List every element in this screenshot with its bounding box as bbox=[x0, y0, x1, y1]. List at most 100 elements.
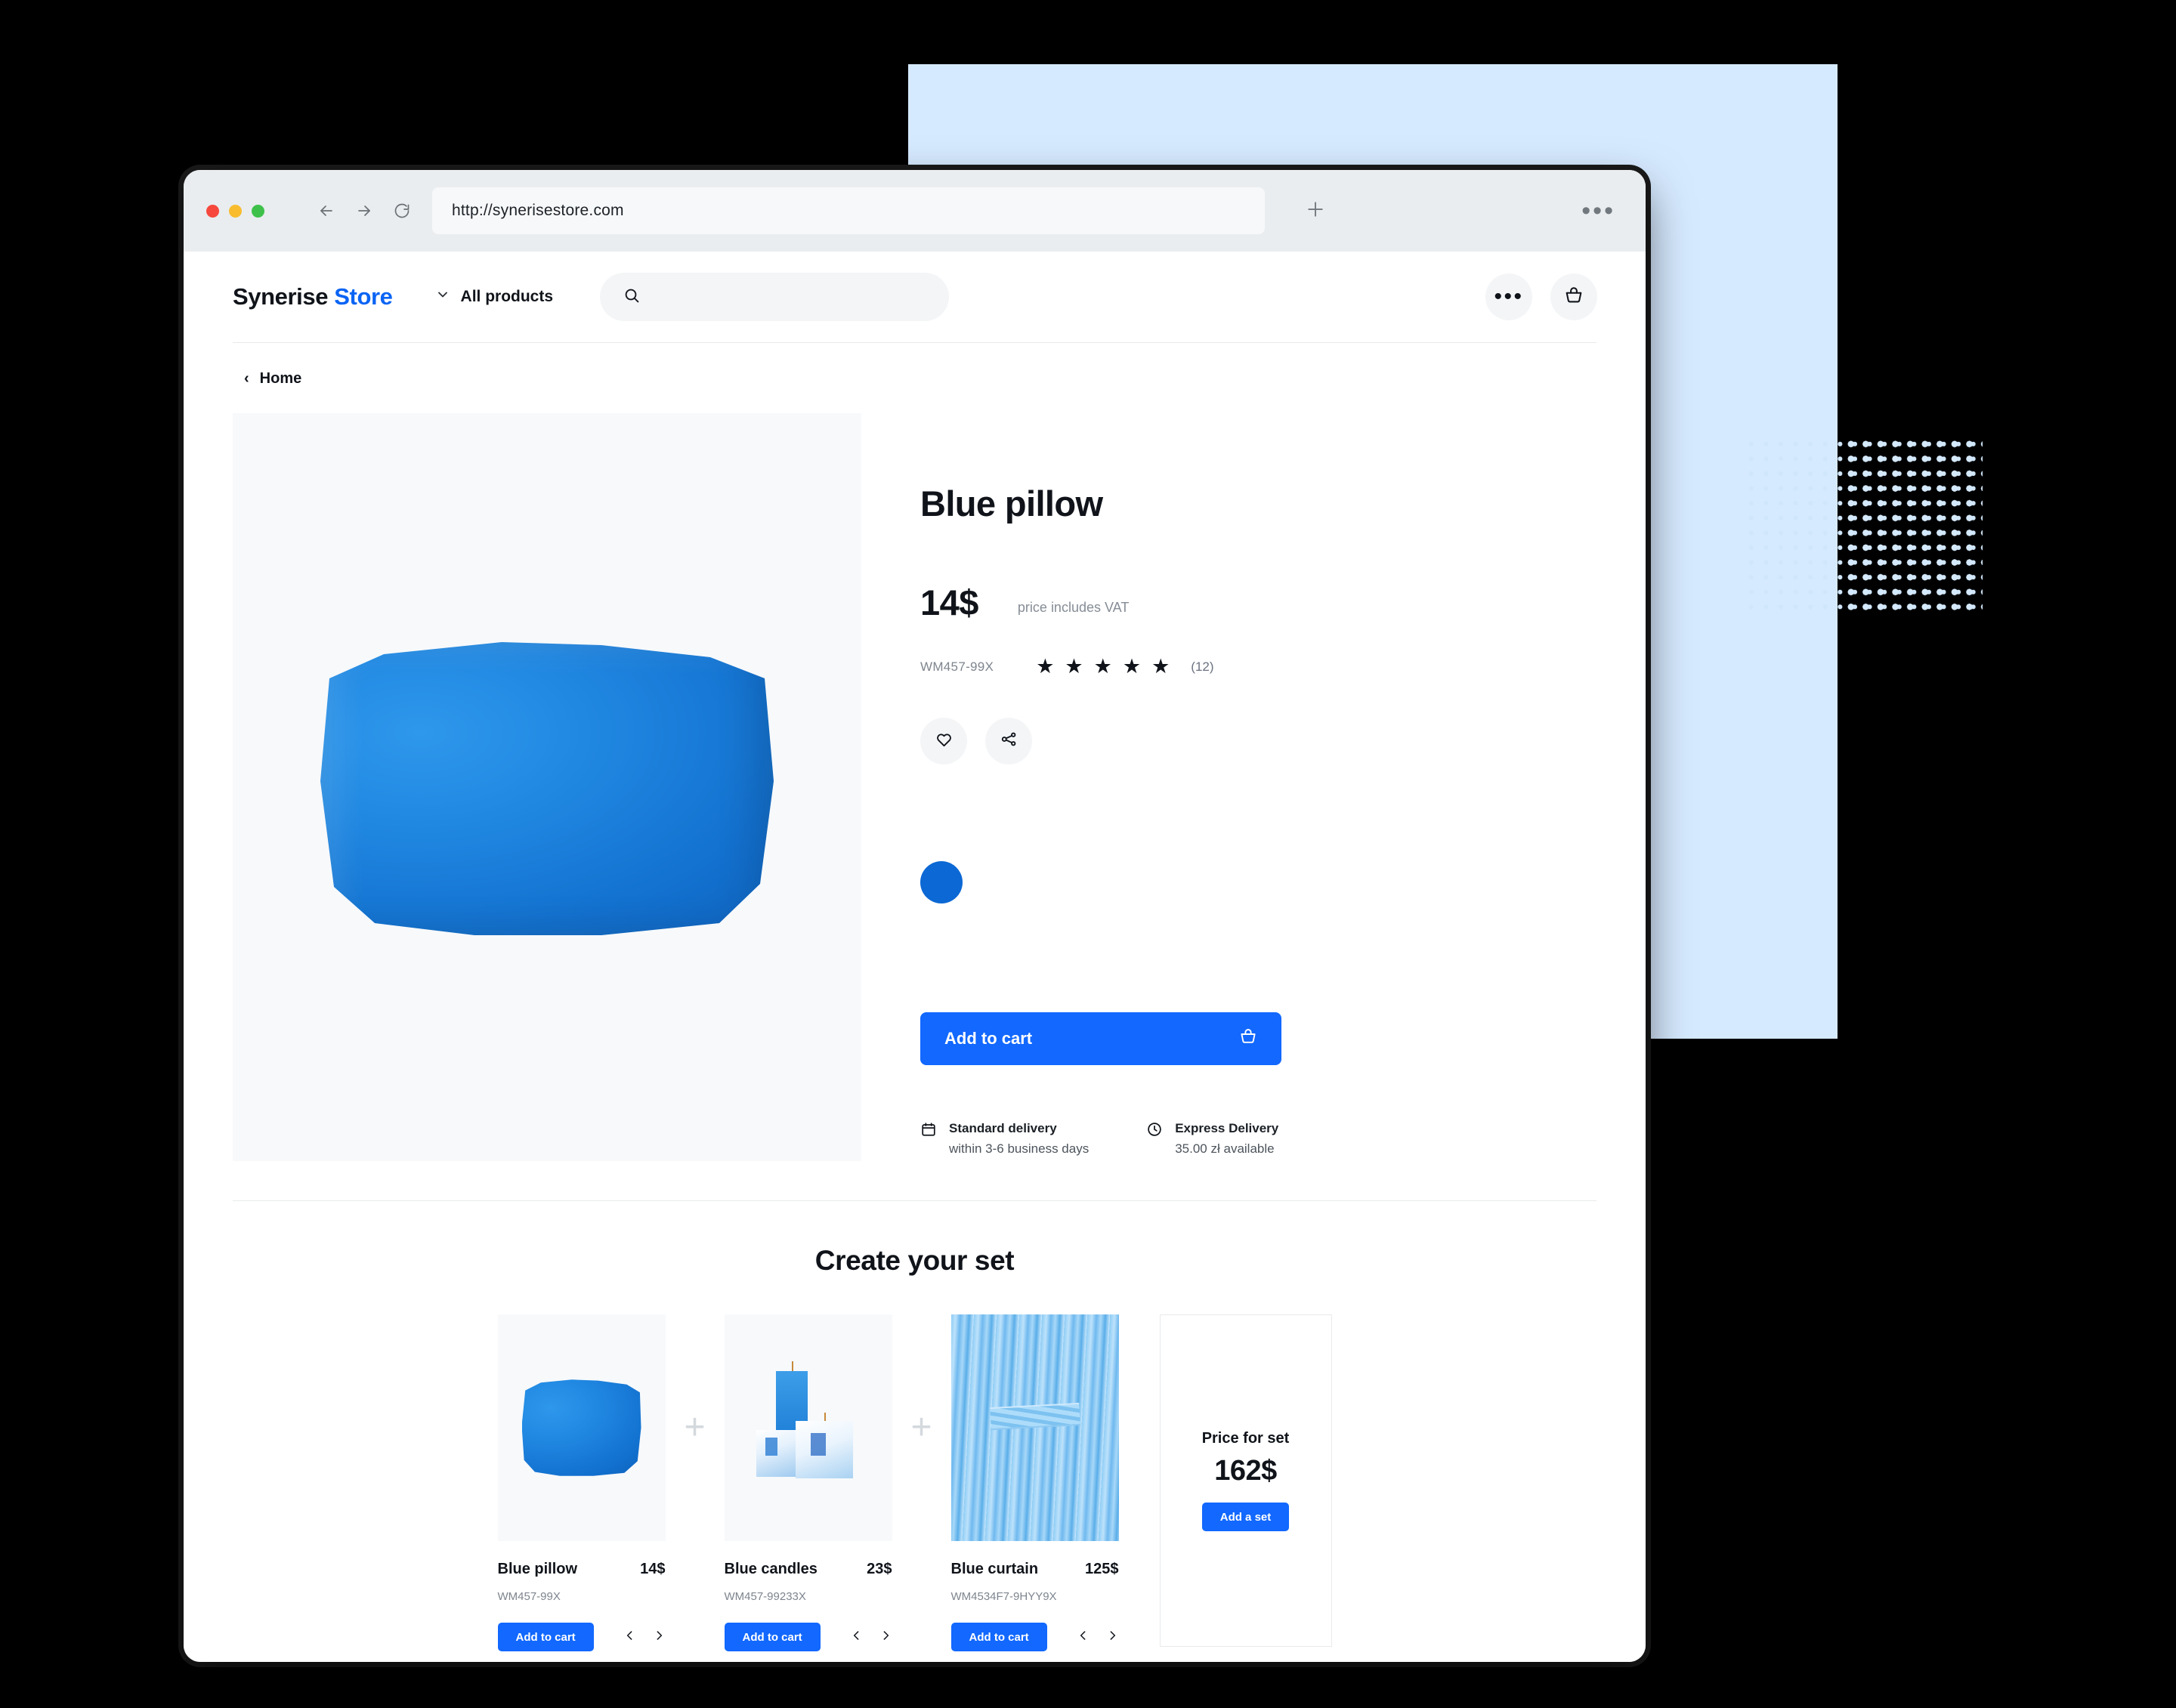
add-to-cart-label: Add to cart bbox=[944, 1029, 1033, 1048]
browser-titlebar: http://synerisestore.com ••• bbox=[184, 170, 1646, 252]
chevron-right-icon[interactable] bbox=[879, 1626, 892, 1648]
forward-arrow-icon[interactable] bbox=[355, 202, 373, 220]
category-selector[interactable]: All products bbox=[435, 287, 554, 307]
set-item-price: 14$ bbox=[640, 1561, 666, 1577]
thumbnail-blue-curtain bbox=[950, 1314, 1119, 1541]
calendar-icon bbox=[920, 1121, 937, 1141]
back-arrow-icon[interactable] bbox=[317, 202, 335, 220]
set-price-amount: 162$ bbox=[1214, 1455, 1277, 1487]
create-your-set-section: Create your set Blue pillow 14$ WM457-99… bbox=[184, 1201, 1646, 1651]
star-icon: ★ bbox=[1093, 655, 1112, 678]
set-item-nav[interactable] bbox=[623, 1626, 666, 1648]
set-item-name: Blue curtain bbox=[950, 1561, 1039, 1577]
add-set-button[interactable]: Add a set bbox=[1201, 1503, 1290, 1531]
url-text: http://synerisestore.com bbox=[452, 202, 624, 219]
logo-text-accent: Store bbox=[334, 283, 393, 310]
set-item-card: Blue curtain 125$ WM4534F7-9HYY9X Add to… bbox=[950, 1314, 1119, 1651]
wishlist-button[interactable] bbox=[920, 718, 967, 764]
chevron-down-icon bbox=[435, 287, 450, 307]
close-window-button[interactable] bbox=[206, 204, 219, 218]
star-icon: ★ bbox=[1151, 655, 1170, 678]
store-logo[interactable]: Synerise Store bbox=[233, 283, 393, 310]
address-bar[interactable]: http://synerisestore.com bbox=[432, 187, 1265, 234]
window-controls[interactable] bbox=[206, 204, 264, 218]
star-icon: ★ bbox=[1122, 655, 1142, 678]
plus-separator-icon: + bbox=[684, 1407, 706, 1447]
set-item-add-to-cart[interactable]: Add to cart bbox=[724, 1623, 821, 1651]
logo-text-primary: Synerise bbox=[233, 283, 329, 310]
chevron-left-icon: ‹ bbox=[244, 370, 249, 387]
set-item-name: Blue pillow bbox=[497, 1561, 578, 1577]
rating-stars[interactable]: ★ ★ ★ ★ ★ (12) bbox=[1036, 656, 1213, 677]
product-info: Blue pillow 14$ price includes VAT WM457… bbox=[861, 413, 1596, 1200]
set-price-card: Price for set 162$ Add a set bbox=[1159, 1314, 1332, 1647]
product-image-blue-pillow bbox=[320, 642, 774, 935]
review-count: (12) bbox=[1191, 659, 1214, 674]
product-gallery[interactable] bbox=[233, 413, 861, 1161]
delivery-detail: 35.00 zł available bbox=[1175, 1141, 1275, 1156]
price-row: 14$ price includes VAT bbox=[920, 582, 1596, 623]
chevron-left-icon[interactable] bbox=[850, 1626, 863, 1648]
set-item-thumbnail[interactable] bbox=[724, 1314, 892, 1541]
chevron-left-icon[interactable] bbox=[623, 1626, 636, 1648]
basket-icon bbox=[1239, 1027, 1257, 1050]
cart-button[interactable] bbox=[1550, 273, 1597, 320]
vat-note: price includes VAT bbox=[1017, 600, 1130, 615]
set-item-thumbnail[interactable] bbox=[497, 1314, 666, 1541]
set-item-card: Blue pillow 14$ WM457-99X Add to cart bbox=[497, 1314, 666, 1651]
category-label: All products bbox=[460, 288, 554, 305]
set-item-sku: WM457-99X bbox=[497, 1590, 561, 1603]
set-item-card: Blue candles 23$ WM457-99233X Add to car… bbox=[724, 1314, 892, 1651]
reload-icon[interactable] bbox=[393, 202, 411, 220]
set-item-add-to-cart[interactable]: Add to cart bbox=[950, 1623, 1047, 1651]
minimize-window-button[interactable] bbox=[229, 204, 242, 218]
set-item-nav[interactable] bbox=[850, 1626, 892, 1648]
delivery-title: Standard delivery bbox=[949, 1121, 1057, 1135]
set-builder-row: Blue pillow 14$ WM457-99X Add to cart + … bbox=[184, 1314, 1646, 1651]
delivery-detail: within 3-6 business days bbox=[949, 1141, 1090, 1156]
product-detail: Blue pillow 14$ price includes VAT WM457… bbox=[233, 413, 1596, 1201]
share-compare-button[interactable] bbox=[985, 718, 1032, 764]
add-to-cart-button[interactable]: Add to cart bbox=[920, 1012, 1281, 1065]
set-item-nav[interactable] bbox=[1077, 1626, 1119, 1648]
set-item-sku: WM457-99233X bbox=[724, 1590, 806, 1603]
chevron-left-icon[interactable] bbox=[1077, 1626, 1090, 1648]
delivery-standard: Standard delivery within 3-6 business da… bbox=[920, 1121, 1089, 1157]
browser-window: http://synerisestore.com ••• Synerise St… bbox=[184, 170, 1646, 1662]
set-item-thumbnail[interactable] bbox=[950, 1314, 1119, 1541]
set-item-price: 125$ bbox=[1085, 1561, 1119, 1577]
set-item-name: Blue candles bbox=[724, 1561, 818, 1577]
thumbnail-blue-candles bbox=[746, 1361, 870, 1484]
thumbnail-blue-pillow bbox=[521, 1379, 641, 1476]
breadcrumb-home-link[interactable]: Home bbox=[260, 370, 302, 388]
color-swatch-blue[interactable] bbox=[920, 861, 963, 903]
clock-icon bbox=[1146, 1121, 1163, 1141]
color-options bbox=[920, 861, 1596, 903]
share-icon bbox=[1000, 730, 1018, 752]
delivery-express: Express Delivery 35.00 zł available bbox=[1146, 1121, 1278, 1157]
header-actions: ••• bbox=[1485, 273, 1646, 320]
product-action-icons bbox=[920, 718, 1596, 764]
sku-rating-row: WM457-99X ★ ★ ★ ★ ★ (12) bbox=[920, 656, 1596, 677]
set-item-sku: WM4534F7-9HYY9X bbox=[950, 1590, 1057, 1603]
basket-icon bbox=[1564, 286, 1584, 309]
plus-separator-icon: + bbox=[910, 1407, 932, 1447]
set-item-price: 23$ bbox=[867, 1561, 892, 1577]
browser-nav-buttons[interactable] bbox=[317, 202, 411, 220]
new-tab-button[interactable] bbox=[1304, 198, 1327, 224]
search-icon bbox=[623, 286, 641, 308]
set-item-add-to-cart[interactable]: Add to cart bbox=[497, 1623, 594, 1651]
search-input[interactable] bbox=[600, 273, 950, 321]
product-sku: WM457-99X bbox=[920, 659, 994, 674]
product-price: 14$ bbox=[920, 582, 978, 622]
chevron-right-icon[interactable] bbox=[1106, 1626, 1119, 1648]
dot-pattern-decoration-dense bbox=[1844, 437, 1983, 612]
more-options-button[interactable]: ••• bbox=[1485, 273, 1532, 320]
set-price-label: Price for set bbox=[1201, 1430, 1290, 1447]
maximize-window-button[interactable] bbox=[252, 204, 264, 218]
star-icon: ★ bbox=[1036, 655, 1055, 678]
breadcrumb[interactable]: ‹ Home bbox=[184, 343, 1646, 413]
delivery-title: Express Delivery bbox=[1175, 1121, 1279, 1135]
store-page: Synerise Store All products ••• ‹ Home B… bbox=[184, 252, 1646, 1662]
chevron-right-icon[interactable] bbox=[653, 1626, 666, 1648]
